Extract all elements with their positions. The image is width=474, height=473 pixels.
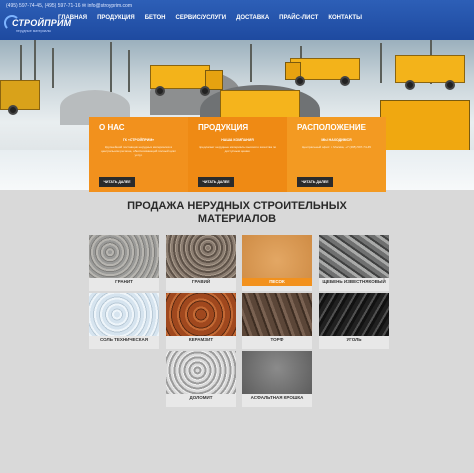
contact-line: (495) 597-74-45, (495) 597-71-16 ✉ info@… bbox=[6, 3, 132, 9]
logo[interactable]: СТРОЙПРИМ нерудные материалы bbox=[2, 11, 71, 35]
tile-label: ГРАВИЙ bbox=[191, 279, 211, 284]
nav-price-list[interactable]: ПРАЙС-ЛИСТ bbox=[279, 15, 318, 21]
asphalt-image bbox=[242, 351, 312, 394]
card-products: ПРОДУКЦИЯ НАША КОМПАНИЯ предлагает неруд… bbox=[188, 117, 287, 192]
material-tile-sand[interactable]: ПЕСОК bbox=[242, 235, 312, 291]
material-tile-limestone[interactable]: ЩЕБЕНЬ ИЗВЕСТНЯКОВЫЙ bbox=[319, 235, 389, 291]
card-subtitle: ГК «СТРОЙПРИМ» bbox=[122, 138, 155, 142]
info-cards: О НАС ГК «СТРОЙПРИМ» Крупнейший поставщи… bbox=[89, 117, 386, 192]
card-title: О НАС bbox=[99, 123, 125, 132]
peat-image bbox=[242, 293, 312, 336]
material-tile-granite[interactable]: ГРАНИТ bbox=[89, 235, 159, 291]
tile-label: ГРАНИТ bbox=[115, 279, 133, 284]
material-tile-asphalt[interactable]: АСФАЛЬТНАЯ КРОШКА bbox=[242, 351, 312, 407]
card-title: ПРОДУКЦИЯ bbox=[198, 123, 249, 132]
tile-label: КЕРАМЗИТ bbox=[188, 337, 214, 342]
sand-image bbox=[242, 235, 312, 278]
material-tile-dolomite[interactable]: ДОЛОМИТ bbox=[166, 351, 236, 407]
tile-label: ДОЛОМИТ bbox=[189, 395, 213, 400]
read-more-button[interactable]: ЧИТАТЬ ДАЛЕЕ bbox=[297, 177, 333, 187]
limestone-image bbox=[319, 235, 389, 278]
nav-concrete[interactable]: БЕТОН bbox=[145, 15, 166, 21]
tile-label: ПЕСОК bbox=[242, 278, 312, 286]
nav-delivery[interactable]: ДОСТАВКА bbox=[236, 15, 269, 21]
card-about: О НАС ГК «СТРОЙПРИМ» Крупнейший поставщи… bbox=[89, 117, 188, 192]
card-text: Центральный офис: г. Москва, +7 (495) 59… bbox=[302, 145, 371, 149]
page: (495) 597-74-45, (495) 597-71-16 ✉ info@… bbox=[0, 0, 474, 473]
main-nav: ГЛАВНАЯ ПРОДУКЦИЯ БЕТОН СЕРВИС/УСЛУГИ ДО… bbox=[58, 15, 362, 21]
salt-image bbox=[89, 293, 159, 336]
material-tile-coal[interactable]: УГОЛЬ bbox=[319, 293, 389, 349]
read-more-button[interactable]: ЧИТАТЬ ДАЛЕЕ bbox=[99, 177, 135, 187]
dolomite-image bbox=[166, 351, 236, 394]
nav-contacts[interactable]: КОНТАКТЫ bbox=[328, 15, 362, 21]
nav-home[interactable]: ГЛАВНАЯ bbox=[58, 15, 87, 21]
read-more-button[interactable]: ЧИТАТЬ ДАЛЕЕ bbox=[198, 177, 234, 187]
logo-subtitle: нерудные материалы bbox=[16, 29, 52, 33]
granite-image bbox=[89, 235, 159, 278]
keramzit-image bbox=[166, 293, 236, 336]
tile-label: ЩЕБЕНЬ ИЗВЕСТНЯКОВЫЙ bbox=[322, 279, 386, 284]
tile-label: УГОЛЬ bbox=[346, 337, 362, 342]
card-location: РАСПОЛОЖЕНИЕ МЫ НАХОДИМСЯ Центральный оф… bbox=[287, 117, 386, 192]
nav-services[interactable]: СЕРВИС/УСЛУГИ bbox=[176, 15, 227, 21]
material-tile-peat[interactable]: ТОРФ bbox=[242, 293, 312, 349]
gravel-image bbox=[166, 235, 236, 278]
nav-products[interactable]: ПРОДУКЦИЯ bbox=[97, 15, 135, 21]
card-text: предлагает нерудные материалы высокого к… bbox=[198, 145, 277, 153]
site-header: (495) 597-74-45, (495) 597-71-16 ✉ info@… bbox=[0, 0, 474, 40]
material-tile-salt[interactable]: СОЛЬ ТЕХНИЧЕСКАЯ bbox=[89, 293, 159, 349]
material-tile-gravel[interactable]: ГРАВИЙ bbox=[166, 235, 236, 291]
coal-image bbox=[319, 293, 389, 336]
card-text: Крупнейший поставщик нерудных материалов… bbox=[101, 145, 176, 157]
card-title: РАСПОЛОЖЕНИЕ bbox=[297, 123, 366, 132]
card-subtitle: НАША КОМПАНИЯ bbox=[221, 138, 254, 142]
tile-label: СОЛЬ ТЕХНИЧЕСКАЯ bbox=[99, 337, 149, 342]
section-title: ПРОДАЖА НЕРУДНЫХ СТРОИТЕЛЬНЫХ МАТЕРИАЛОВ bbox=[127, 200, 347, 225]
material-tile-keramzit[interactable]: КЕРАМЗИТ bbox=[166, 293, 236, 349]
tile-label: АСФАЛЬТНАЯ КРОШКА bbox=[250, 395, 304, 400]
tile-label: ТОРФ bbox=[270, 337, 284, 342]
card-subtitle: МЫ НАХОДИМСЯ bbox=[321, 138, 352, 142]
